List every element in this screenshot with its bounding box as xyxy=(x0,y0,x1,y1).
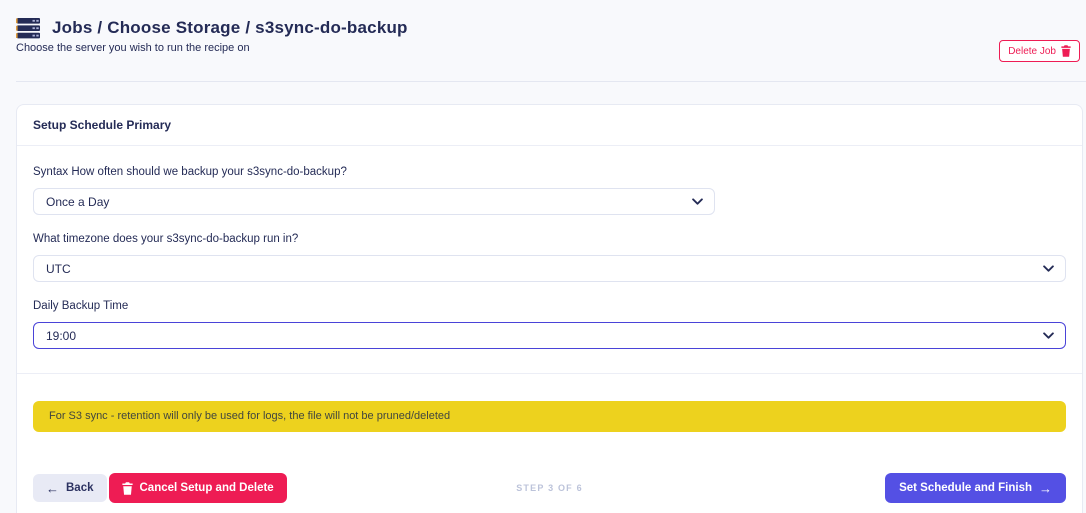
finish-label: Set Schedule and Finish xyxy=(899,482,1032,494)
card-title: Setup Schedule Primary xyxy=(17,105,1082,146)
delete-job-label: Delete Job xyxy=(1008,45,1056,57)
warning-banner: For S3 sync - retention will only be use… xyxy=(33,401,1066,432)
setup-schedule-card: Setup Schedule Primary Syntax How often … xyxy=(16,104,1083,513)
trash-icon xyxy=(121,481,133,495)
wizard-footer: ← Back Cancel Setup and Delete STEP 3 OF… xyxy=(33,473,1066,503)
daily-backup-time-select[interactable]: 19:00 xyxy=(33,322,1066,349)
set-schedule-and-finish-button[interactable]: Set Schedule and Finish → xyxy=(885,473,1066,503)
cancel-setup-and-delete-button[interactable]: Cancel Setup and Delete xyxy=(108,473,287,503)
timezone-select[interactable]: UTC xyxy=(33,255,1066,282)
arrow-right-icon: → xyxy=(1039,480,1052,496)
page-title: Jobs / Choose Storage / s3sync-do-backup xyxy=(52,18,408,37)
step-indicator: STEP 3 OF 6 xyxy=(516,483,583,493)
frequency-select[interactable]: Once a Day xyxy=(33,188,715,215)
section-divider xyxy=(17,373,1082,374)
cancel-label: Cancel Setup and Delete xyxy=(139,482,274,494)
page-subtitle: Choose the server you wish to run the re… xyxy=(16,42,250,54)
page-header: Jobs / Choose Storage / s3sync-do-backup… xyxy=(0,0,1086,56)
server-stack-icon xyxy=(16,17,41,39)
daily-backup-time-label: Daily Backup Time xyxy=(33,300,129,312)
header-divider xyxy=(16,81,1086,82)
arrow-left-icon: ← xyxy=(46,480,59,496)
delete-job-button[interactable]: Delete Job xyxy=(999,40,1080,62)
timezone-label: What timezone does your s3sync-do-backup… xyxy=(33,233,299,245)
timezone-field: What timezone does your s3sync-do-backup… xyxy=(33,233,1066,282)
frequency-field: Syntax How often should we backup your s… xyxy=(33,166,1066,215)
frequency-label: Syntax How often should we backup your s… xyxy=(33,166,347,178)
daily-backup-time-field: Daily Backup Time 19:00 xyxy=(33,300,1066,349)
back-label: Back xyxy=(66,482,94,494)
trash-icon xyxy=(1061,45,1071,57)
